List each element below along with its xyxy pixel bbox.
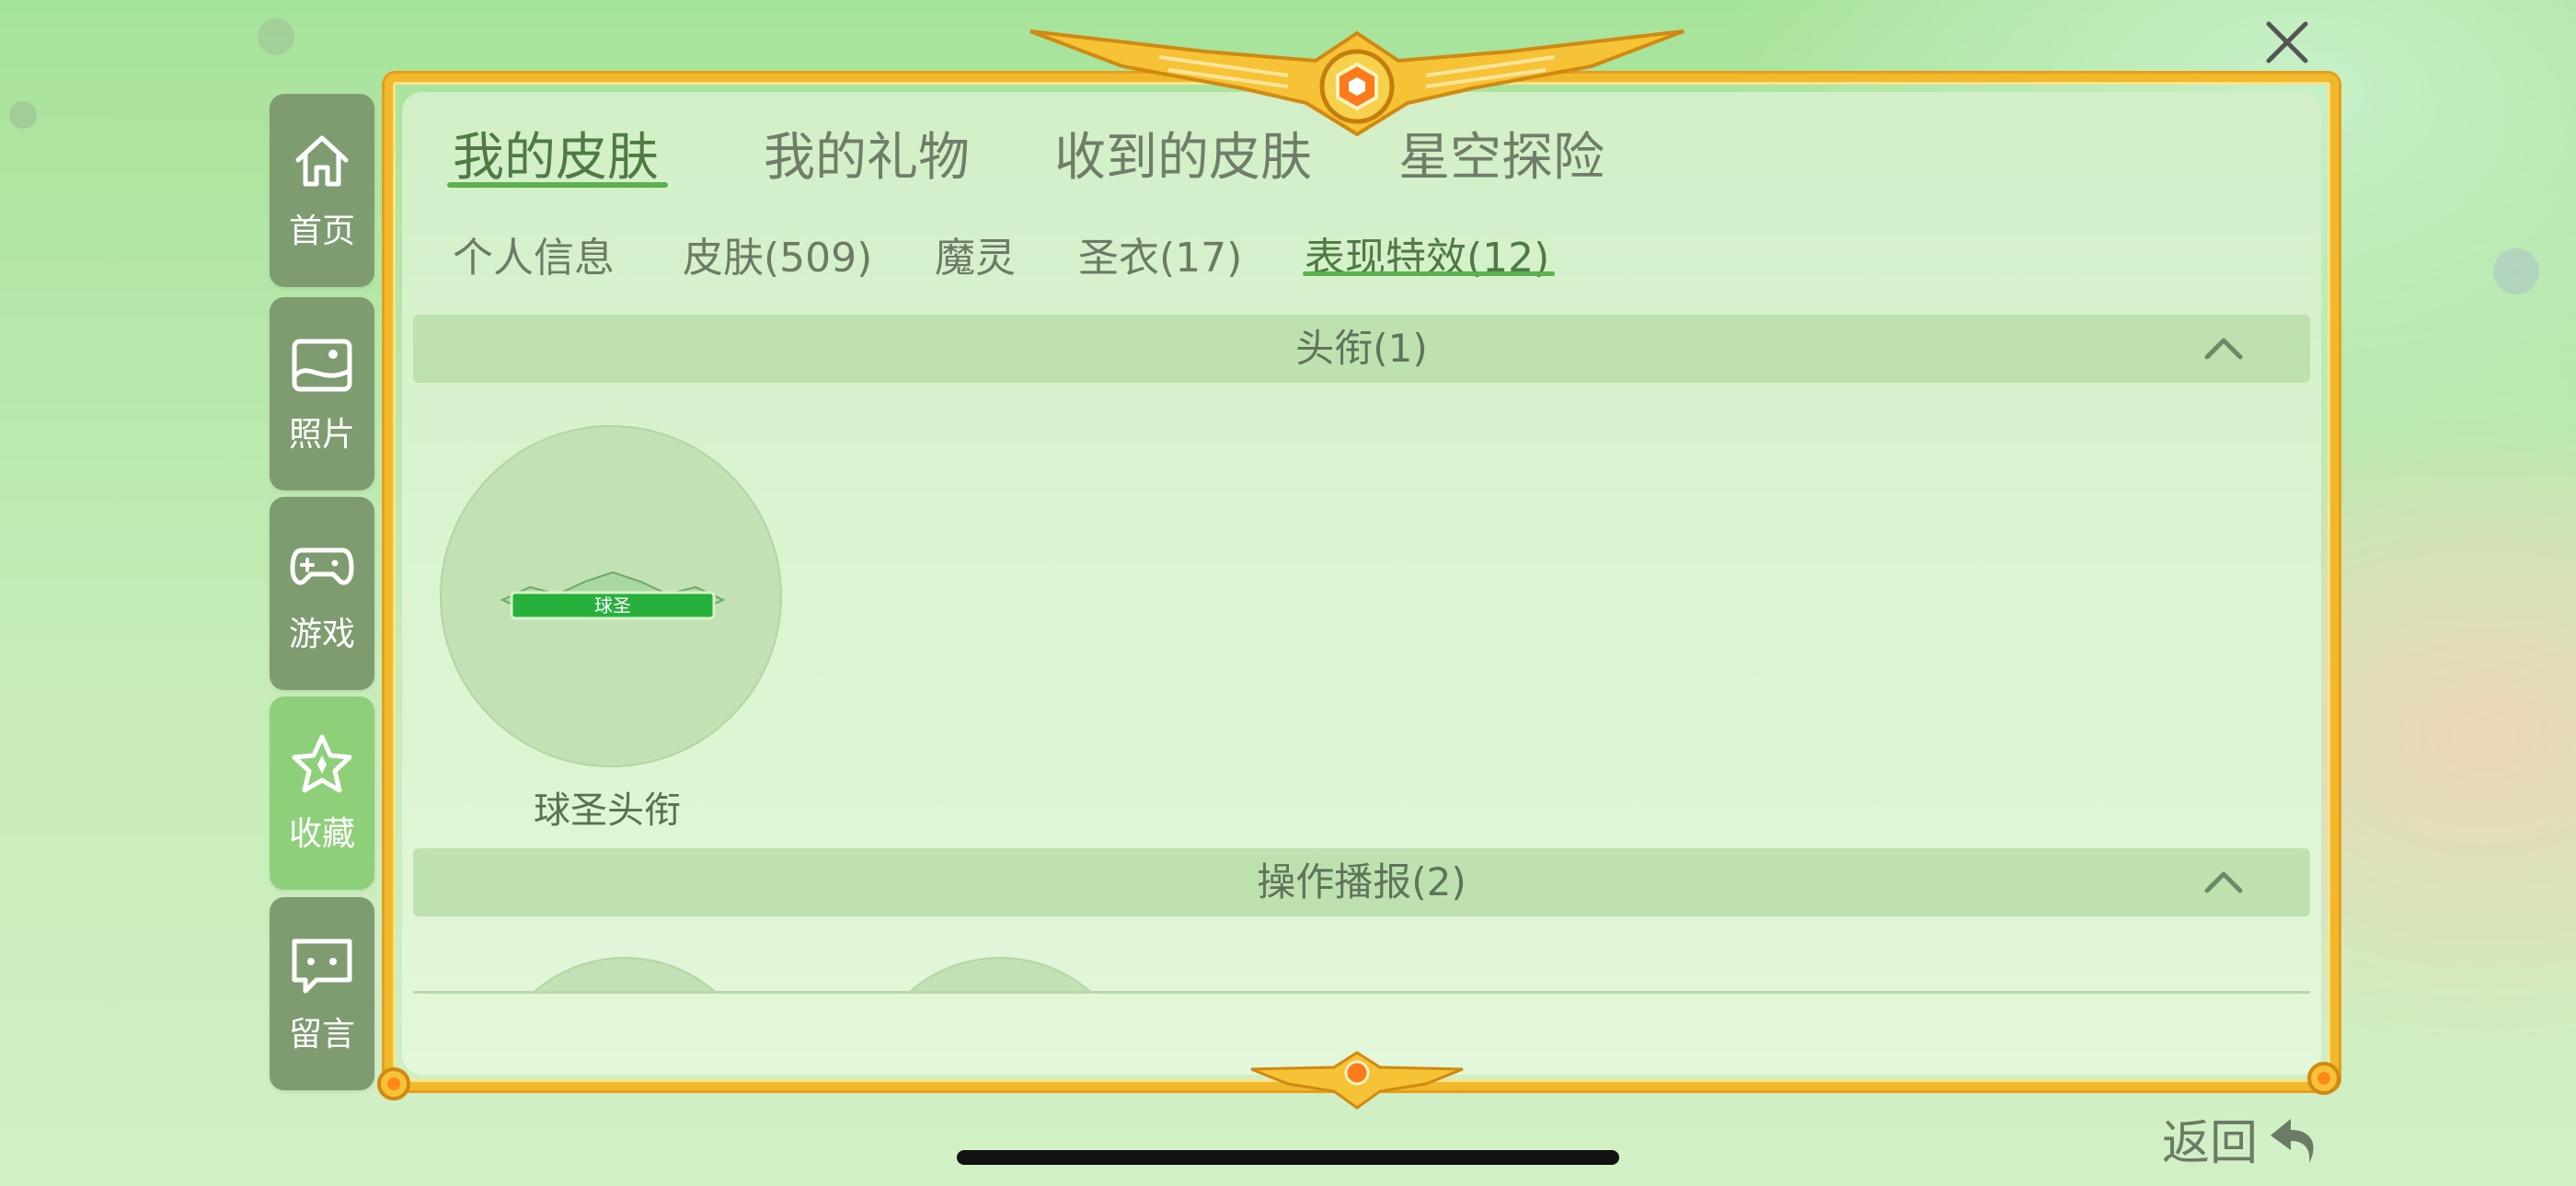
sidebar-item-label: 游戏: [288, 616, 355, 653]
chevron-up-icon[interactable]: [2202, 329, 2246, 366]
back-label: 返回: [2162, 1116, 2259, 1171]
sidebar-item-photos[interactable]: 照片: [270, 297, 374, 490]
sidebar-item-label: 首页: [288, 213, 355, 250]
subtab-personal-info[interactable]: 个人信息: [453, 225, 615, 283]
title-badge-text: 球圣: [594, 594, 631, 616]
subtab-skins[interactable]: 皮肤(509): [683, 225, 872, 283]
subtab-armor[interactable]: 圣衣(17): [1078, 225, 1242, 283]
star-icon: [292, 734, 352, 793]
chevron-up-icon[interactable]: [2202, 863, 2246, 900]
sidebar-item-label: 收藏: [288, 815, 355, 853]
sidebar-item-label: 照片: [288, 416, 355, 454]
photo-icon: [292, 339, 352, 392]
bottom-crest-icon: [1250, 1051, 1464, 1110]
sidebar-item-favorites[interactable]: 收藏: [270, 697, 374, 890]
broadcast-items-viewport: [413, 920, 2310, 994]
section-header-titles[interactable]: 头衔(1): [413, 315, 2310, 383]
corner-jewel-icon: [2307, 1062, 2340, 1095]
sidebar-item-home[interactable]: 首页: [270, 94, 374, 287]
gamepad-icon: [290, 547, 354, 585]
sidebar-item-messages[interactable]: 留言: [270, 897, 374, 1090]
tab-my-skins[interactable]: 我的皮肤: [453, 116, 659, 190]
tab-received-skins[interactable]: 收到的皮肤: [1054, 116, 1312, 190]
section-title: 操作播报(2): [1257, 859, 1466, 904]
title-item-card[interactable]: 球圣: [440, 425, 782, 767]
section-header-broadcast[interactable]: 操作播报(2): [413, 848, 2310, 916]
close-icon[interactable]: [2261, 17, 2313, 68]
tab-active-underline: [447, 182, 668, 188]
back-arrow-icon: [2271, 1118, 2314, 1163]
broadcast-item-card[interactable]: [862, 957, 1138, 991]
title-item-label: 球圣头衔: [534, 789, 681, 832]
background-bokeh: [258, 18, 294, 55]
title-badge-icon: 球圣: [500, 570, 726, 620]
background-bokeh: [2493, 248, 2539, 294]
back-button[interactable]: 返回: [2162, 1104, 2322, 1173]
sidebar-item-label: 留言: [288, 1016, 355, 1054]
broadcast-item-card[interactable]: [487, 957, 763, 991]
home-indicator[interactable]: [957, 1150, 1619, 1165]
corner-jewel-icon: [377, 1067, 410, 1100]
tab-my-gifts[interactable]: 我的礼物: [764, 116, 970, 190]
subtab-spirits[interactable]: 魔灵: [935, 225, 1016, 283]
tab-starry-adventure[interactable]: 星空探险: [1398, 116, 1604, 190]
section-title: 头衔(1): [1295, 326, 1428, 371]
message-icon: [292, 938, 352, 994]
background-bokeh: [9, 101, 37, 129]
subtab-active-underline: [1303, 271, 1555, 276]
home-icon: [295, 135, 349, 187]
sidebar-item-games[interactable]: 游戏: [270, 497, 374, 690]
